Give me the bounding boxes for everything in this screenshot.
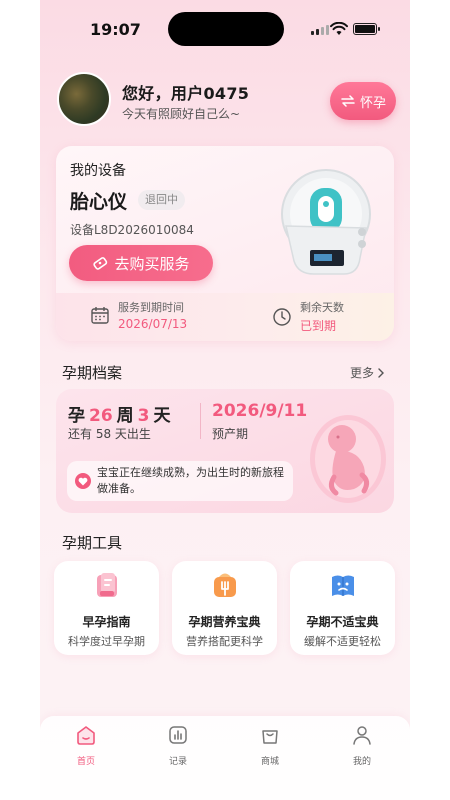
tool-early-pregnancy-guide[interactable]: 早孕指南 科学度过早孕期 xyxy=(54,561,159,655)
tool-desc: 科学度过早孕期 xyxy=(68,635,145,648)
tools-section-title: 孕期工具 xyxy=(62,534,123,552)
more-label: 更多 xyxy=(350,366,375,380)
remaining-days: 剩余天数 已到期 xyxy=(272,299,344,334)
nutrition-icon xyxy=(214,573,236,597)
greeting-text: 您好，用户0475 xyxy=(122,84,250,103)
device-status-badge: 退回中 xyxy=(138,190,185,210)
service-info-bar: 服务到期时间 2026/07/13 剩余天数 已到期 xyxy=(56,293,394,341)
user-icon xyxy=(353,726,371,745)
chart-icon xyxy=(169,726,187,744)
device-card-title: 我的设备 xyxy=(70,163,126,179)
remaining-label: 剩余天数 xyxy=(300,301,344,314)
switch-icon xyxy=(341,95,355,107)
heart-icon xyxy=(75,473,91,489)
guide-book-icon xyxy=(97,573,117,597)
clock-icon xyxy=(273,307,291,326)
home-icon xyxy=(77,726,95,745)
baby-tip: 宝宝正在继续成熟，为出生时的新旅程做准备。 xyxy=(67,461,293,501)
tab-home[interactable]: 首页 xyxy=(56,724,116,767)
wifi-icon xyxy=(330,22,348,35)
status-bar: 19:07 xyxy=(40,0,410,58)
tool-desc: 营养搭配更科学 xyxy=(186,635,263,648)
tool-name: 早孕指南 xyxy=(82,615,131,629)
pregnancy-section-title: 孕期档案 xyxy=(62,364,123,382)
more-link[interactable]: 更多 xyxy=(350,364,385,381)
discomfort-book-icon xyxy=(332,575,354,596)
bottom-tab-bar: 首页 记录 商城 我的 xyxy=(40,716,410,800)
divider xyxy=(200,403,201,439)
avatar[interactable] xyxy=(57,72,111,126)
tool-name: 孕期营养宝典 xyxy=(188,615,261,629)
tab-label: 商城 xyxy=(260,757,279,767)
expiry-value: 2026/07/13 xyxy=(118,317,188,331)
tool-name: 孕期不适宝典 xyxy=(306,615,379,629)
calendar-icon xyxy=(91,307,109,324)
fetal-doppler-device-image xyxy=(281,169,371,275)
mode-button-label: 怀孕 xyxy=(359,95,386,111)
expiry-label: 服务到期时间 xyxy=(118,301,184,314)
tab-shop[interactable]: 商城 xyxy=(240,724,300,767)
shopping-bag-icon xyxy=(262,730,278,744)
greeting-subtitle: 今天有照顾好自己么~ xyxy=(122,107,241,121)
week-prefix: 孕 xyxy=(68,406,85,426)
battery-icon xyxy=(353,23,380,35)
due-date-label: 预产期 xyxy=(212,427,249,441)
week-unit: 周 xyxy=(116,406,134,426)
app-screen: 19:07 您好，用户0475 今天有照顾好自己么~ 怀孕 我的设备 胎心仪 退… xyxy=(40,0,410,800)
signal-icon xyxy=(311,25,329,35)
weeks-value: 26 xyxy=(89,406,113,426)
dynamic-island xyxy=(168,12,284,46)
ticket-icon xyxy=(93,257,108,270)
day-unit: 天 xyxy=(153,406,171,426)
service-expiry: 服务到期时间 2026/07/13 xyxy=(90,299,187,331)
pregnancy-mode-button[interactable]: 怀孕 xyxy=(330,82,396,120)
days-until-birth: 还有 58 天出生 xyxy=(68,427,151,441)
pregnancy-card[interactable]: 孕 26 周 3 天 还有 58 天出生 2026/9/11 预产期 宝宝正在继… xyxy=(56,389,394,513)
due-date: 2026/9/11 xyxy=(212,401,308,421)
device-id: 设备L8D2026010084 xyxy=(70,223,194,237)
tab-profile[interactable]: 我的 xyxy=(332,724,392,767)
days-value: 3 xyxy=(137,406,150,426)
buy-service-label: 去购买服务 xyxy=(114,254,190,273)
buy-service-button[interactable]: 去购买服务 xyxy=(69,245,213,281)
gestational-age: 孕 26 周 3 天 xyxy=(68,401,171,426)
fetus-illustration xyxy=(310,415,386,503)
tab-label: 首页 xyxy=(76,757,95,767)
baby-tip-text: 宝宝正在继续成熟，为出生时的新旅程做准备。 xyxy=(97,466,284,495)
status-time: 19:07 xyxy=(90,20,141,39)
tool-discomfort-guide[interactable]: 孕期不适宝典 缓解不适更轻松 xyxy=(290,561,395,655)
remaining-value: 已到期 xyxy=(300,319,337,333)
chevron-right-icon xyxy=(378,367,385,378)
tab-records[interactable]: 记录 xyxy=(148,724,208,767)
tool-desc: 缓解不适更轻松 xyxy=(304,635,381,648)
tab-label: 记录 xyxy=(168,757,187,767)
tool-nutrition-guide[interactable]: 孕期营养宝典 营养搭配更科学 xyxy=(172,561,277,655)
device-name: 胎心仪 xyxy=(70,191,128,213)
device-card[interactable]: 我的设备 胎心仪 退回中 设备L8D2026010084 去购买服务 服务到期时… xyxy=(56,146,394,341)
tab-label: 我的 xyxy=(352,757,371,767)
